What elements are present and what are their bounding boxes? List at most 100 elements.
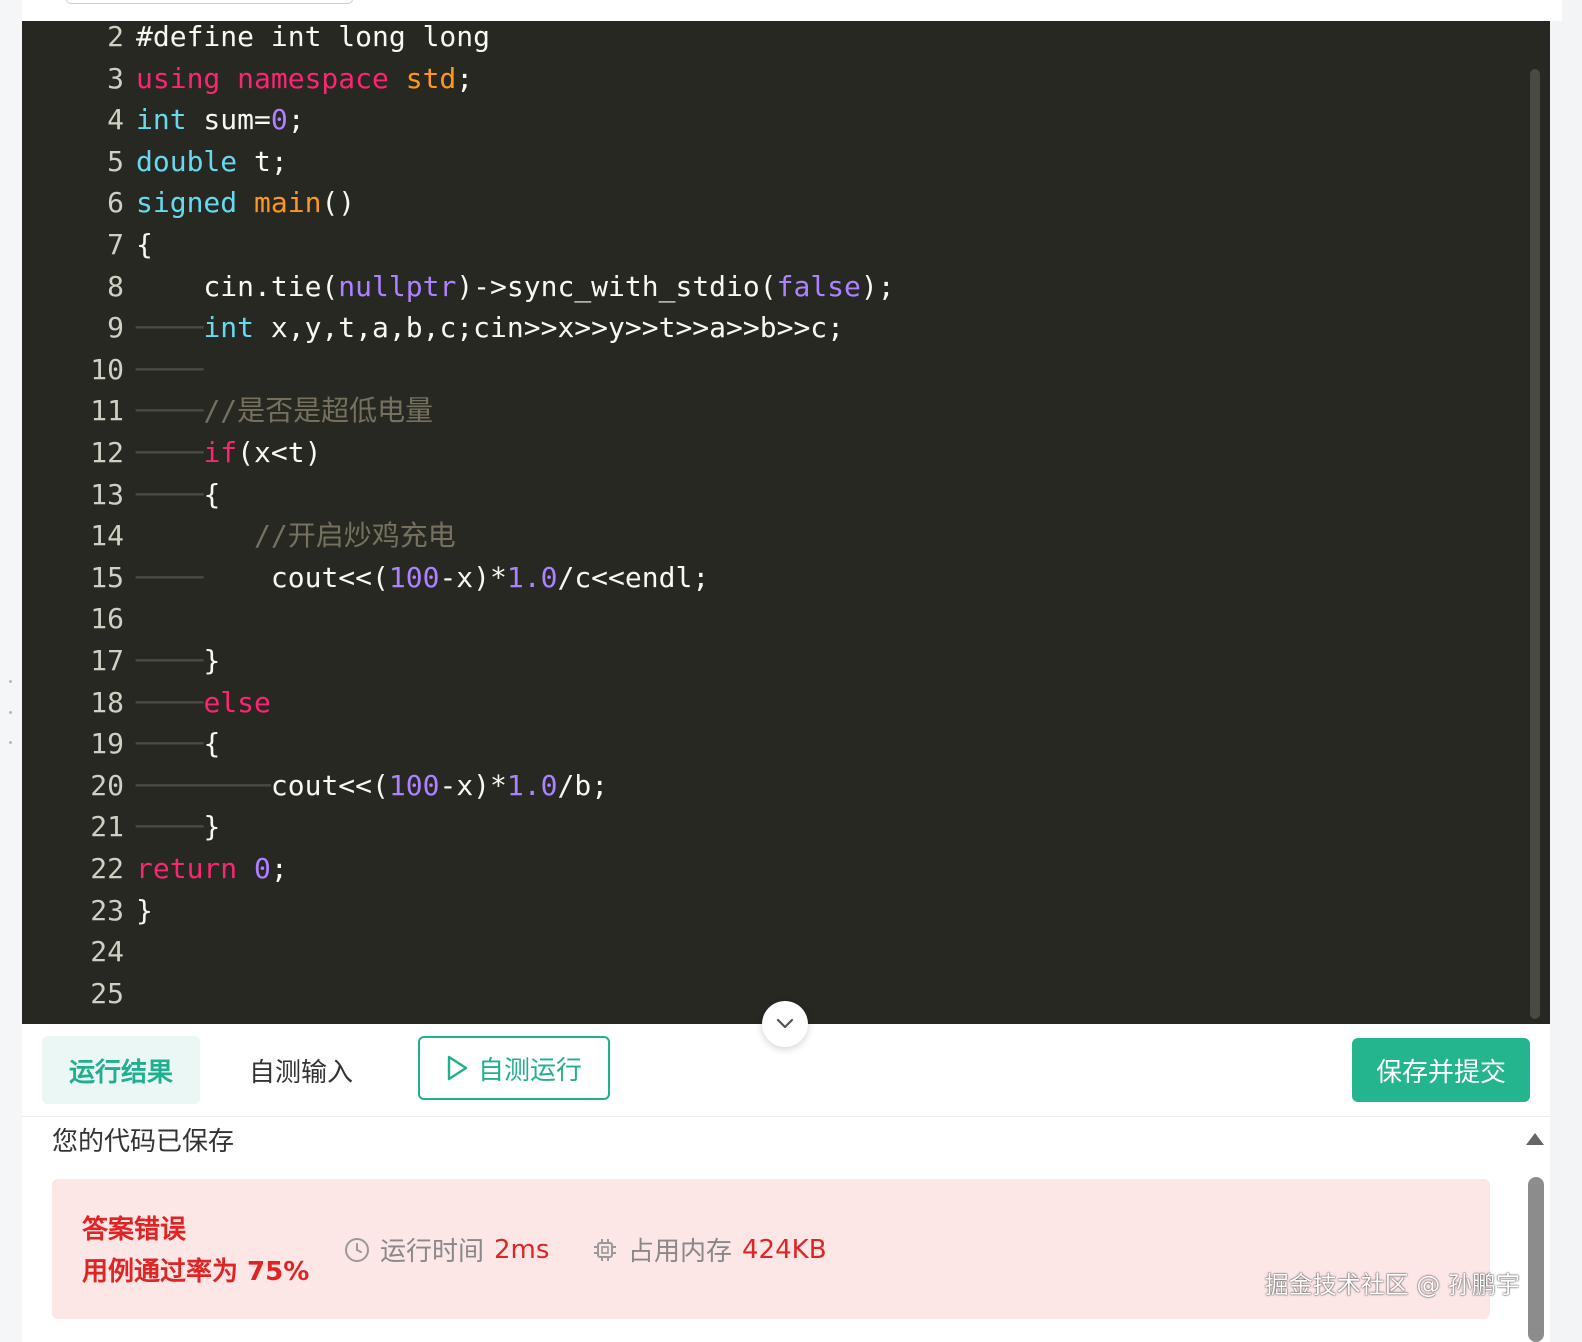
code-token: std	[405, 61, 457, 95]
indent-guide: ────	[136, 436, 204, 469]
code-token: -x)*	[439, 560, 507, 594]
line-number: 15	[90, 560, 124, 594]
tab-run-result[interactable]: 运行结果	[42, 1036, 200, 1104]
line-number: 13	[90, 477, 124, 511]
save-submit-button[interactable]: 保存并提交	[1352, 1038, 1530, 1102]
pass-rate: 用例通过率为 75%	[82, 1257, 310, 1287]
indent-guide: ────	[203, 768, 271, 802]
code-line[interactable]: 6 signed main()	[22, 183, 355, 223]
code-text: ────{	[136, 475, 220, 515]
line-number: 18	[90, 685, 124, 719]
code-text: return 0;	[136, 849, 288, 889]
indent-guide: ────	[136, 394, 204, 428]
code-token: );	[860, 269, 895, 303]
line-number: 12	[90, 436, 124, 469]
resize-handle[interactable]	[9, 680, 13, 744]
line-number: 19	[90, 727, 124, 761]
memory-stat: 占用内存 424KB	[592, 1231, 827, 1268]
indent-guide: ────	[136, 352, 204, 386]
code-line[interactable]: 24	[22, 932, 124, 972]
runtime-value: 2ms	[494, 1234, 550, 1265]
watermark: 掘金技术社区 @ 孙鹏宇	[1264, 1271, 1520, 1299]
code-line[interactable]: 13 ────{	[22, 475, 220, 515]
code-line[interactable]: 23}	[22, 891, 153, 931]
tab-custom-input[interactable]: 自测输入	[222, 1036, 380, 1104]
code-text: ────else	[136, 683, 271, 723]
top-strip	[22, 0, 1562, 21]
code-token: 0	[254, 852, 271, 885]
indent-guide: ────	[136, 477, 204, 511]
collapse-button[interactable]	[762, 1001, 808, 1047]
code-line[interactable]: 20 ────────cout<<(100-x)*1.0/b;	[22, 766, 608, 806]
code-line[interactable]: 19 ────{	[22, 724, 220, 764]
code-text: #define int long long	[136, 21, 490, 57]
code-line[interactable]: 4 int sum=0;	[22, 100, 304, 140]
code-token: //开启炒鸡充电	[254, 519, 456, 553]
editor-scrollbar[interactable]	[1530, 69, 1540, 1019]
code-line[interactable]: 11 ────//是否是超低电量	[22, 391, 433, 431]
line-number: 23	[90, 893, 124, 927]
line-number: 16	[90, 602, 124, 636]
custom-run-label: 自测运行	[477, 1055, 582, 1086]
top-tab-edge	[66, 0, 353, 4]
code-token: cout<<(	[203, 560, 389, 594]
clock-icon	[345, 1237, 369, 1262]
code-text: ────}	[136, 807, 220, 847]
code-token: cout<<(	[270, 768, 389, 802]
indent-guide: ────	[136, 644, 204, 677]
code-token: 1.0	[506, 768, 558, 802]
code-line[interactable]: 9 ────int x,y,t,a,b,c;cin>>x>>y>>t>>a>>b>…	[22, 308, 844, 348]
code-text: ────────cout<<(100-x)*1.0/b;	[136, 766, 608, 806]
custom-run-button[interactable]: 自测运行	[418, 1036, 610, 1100]
code-line[interactable]: 25	[22, 974, 124, 1014]
runtime-label: 运行时间	[380, 1237, 485, 1267]
code-line[interactable]: 16	[22, 599, 124, 639]
code-token: //是否是超低电量	[203, 394, 434, 428]
line-number: 11	[90, 394, 124, 428]
line-number: 6	[107, 186, 124, 220]
code-token: #define int long long	[136, 21, 491, 53]
line-number: 8	[107, 269, 124, 303]
code-line[interactable]: 15 ──── cout<<(100-x)*1.0/c<<endl;	[22, 558, 709, 598]
code-line[interactable]: 5 double t;	[22, 142, 288, 182]
code-text: ────if(x<t)	[136, 433, 321, 473]
code-line[interactable]: 17 ────}	[22, 641, 220, 681]
left-gutter	[0, 0, 23, 1342]
code-token: }	[136, 893, 153, 927]
code-line[interactable]: 22 return 0;	[22, 849, 287, 889]
code-line[interactable]: 12 ────if(x<t)	[22, 433, 321, 473]
code-line[interactable]: 2 #define int long long	[22, 21, 490, 57]
code-token: cin.tie(	[136, 269, 339, 303]
chevron-down-icon	[776, 1018, 794, 1029]
code-token: main	[254, 186, 322, 220]
code-text: cin.tie(nullptr)->sync_with_stdio(false)…	[136, 267, 895, 307]
code-token: int	[136, 103, 187, 137]
code-line[interactable]: 7{	[22, 225, 153, 265]
code-text: ────//是否是超低电量	[136, 391, 433, 431]
saved-message: 您的代码已保存	[52, 1127, 235, 1157]
code-text: ────	[136, 350, 203, 390]
code-editor[interactable]: 2 #define int long long 3 using namespace s…	[22, 21, 1550, 1024]
status-title: 答案错误	[82, 1215, 187, 1245]
line-number: 7	[107, 228, 124, 261]
code-token: t;	[237, 144, 288, 178]
line-number: 5	[107, 144, 124, 178]
code-token: 0	[270, 103, 288, 137]
code-line[interactable]: 21 ────}	[22, 807, 220, 847]
result-scrollbar[interactable]	[1528, 1177, 1544, 1342]
line-number: 25	[90, 976, 124, 1010]
code-line[interactable]: 8 cin.tie(nullptr)->sync_with_stdio(fals…	[22, 267, 894, 307]
code-line[interactable]: 10 ────	[22, 350, 203, 390]
runtime-stat: 运行时间 2ms	[344, 1231, 549, 1268]
code-line[interactable]: 3 using namespace std;	[22, 59, 473, 99]
line-number: 2	[107, 21, 124, 53]
code-line[interactable]: 14 //开启炒鸡充电	[22, 516, 455, 556]
code-token: signed	[136, 186, 238, 220]
line-number: 20	[90, 768, 124, 802]
code-text: //开启炒鸡充电	[136, 516, 456, 556]
code-token: using namespace	[136, 61, 406, 95]
code-line[interactable]: 18 ────else	[22, 683, 271, 723]
code-token: 1.0	[506, 560, 558, 594]
code-token: int	[203, 311, 255, 345]
scroll-up-arrow-icon[interactable]	[1526, 1133, 1544, 1145]
